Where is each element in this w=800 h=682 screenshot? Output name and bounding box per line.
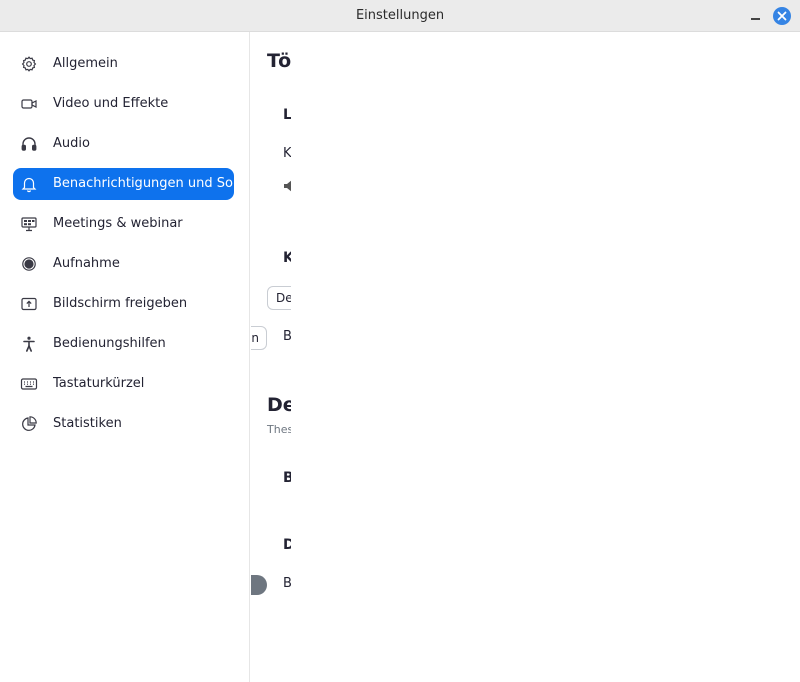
accessibility-icon — [20, 335, 38, 353]
section-heading: B — [283, 470, 291, 486]
sidebar-item-notifications[interactable]: Benachrichtigungen und So... — [13, 168, 234, 200]
share-screen-icon — [20, 295, 38, 313]
sidebar-item-recording[interactable]: Aufnahme — [13, 248, 234, 280]
title-bar: Einstellungen — [0, 0, 800, 32]
sidebar-item-label: Bedienungshilfen — [53, 336, 166, 351]
setting-label: B — [283, 329, 291, 344]
record-icon — [20, 255, 38, 273]
sidebar-item-label: Meetings & webinar — [53, 216, 183, 231]
page-title: Tön — [267, 50, 291, 72]
section-description: Thes — [267, 423, 291, 436]
section-heading: L — [283, 107, 291, 123]
sidebar-item-shortcuts[interactable]: Tastaturkürzel — [13, 368, 234, 400]
window-title: Einstellungen — [355, 8, 445, 23]
sound-action-button[interactable]: n — [251, 326, 267, 350]
settings-sidebar: Allgemein Video und Effekte Audio Benach… — [0, 32, 250, 682]
toggle-switch[interactable] — [251, 575, 267, 595]
bell-icon — [20, 175, 38, 193]
section-title: De — [267, 394, 291, 416]
sidebar-item-label: Audio — [53, 136, 90, 151]
setting-label: B — [283, 576, 291, 591]
minimize-button[interactable] — [748, 8, 764, 24]
meeting-presentation-icon — [20, 215, 38, 233]
sound-select[interactable]: De — [267, 286, 291, 310]
sidebar-item-label: Statistiken — [53, 416, 122, 431]
speaker-icon[interactable] — [284, 180, 291, 192]
sidebar-item-allgemein[interactable]: Allgemein — [13, 48, 234, 80]
sidebar-item-label: Tastaturkürzel — [53, 376, 145, 391]
sidebar-item-share-screen[interactable]: Bildschirm freigeben — [13, 288, 234, 320]
sidebar-item-accessibility[interactable]: Bedienungshilfen — [13, 328, 234, 360]
section-heading: K — [283, 250, 291, 266]
video-camera-icon — [20, 95, 38, 113]
section-heading: D — [283, 537, 291, 553]
sidebar-item-label: Allgemein — [53, 56, 118, 71]
pie-chart-icon — [20, 415, 38, 433]
settings-content-pane: Tön L K K De n B De Thes B D B — [251, 32, 291, 682]
gear-icon — [20, 55, 38, 73]
close-button[interactable] — [773, 7, 791, 25]
sidebar-item-meetings[interactable]: Meetings & webinar — [13, 208, 234, 240]
sidebar-item-label: Aufnahme — [53, 256, 120, 271]
keyboard-icon — [20, 375, 38, 393]
headphones-icon — [20, 135, 38, 153]
sidebar-item-label: Benachrichtigungen und So... — [53, 176, 233, 191]
sidebar-item-label: Video und Effekte — [53, 96, 169, 111]
close-icon — [777, 11, 787, 21]
sidebar-item-label: Bildschirm freigeben — [53, 296, 188, 311]
sidebar-item-video[interactable]: Video und Effekte — [13, 88, 234, 120]
setting-label: K — [283, 146, 291, 161]
sidebar-item-statistics[interactable]: Statistiken — [13, 408, 234, 440]
sidebar-item-audio[interactable]: Audio — [13, 128, 234, 160]
